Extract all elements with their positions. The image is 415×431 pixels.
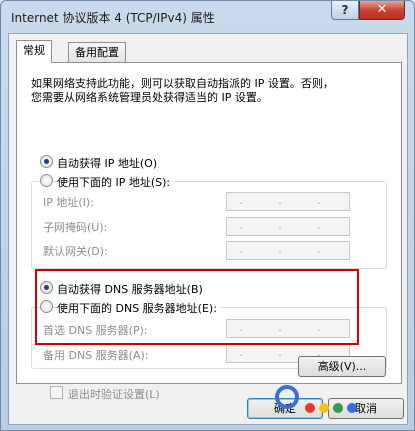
ip-address-label: IP 地址(I): — [43, 196, 94, 209]
ip-address-field[interactable]: . . . — [226, 192, 350, 211]
auto-ip-label[interactable]: 自动获得 IP 地址(O) — [57, 155, 157, 171]
manual-ip-radio[interactable] — [40, 174, 53, 187]
default-gateway-dots: . . . — [239, 243, 337, 256]
dns-highlight-box — [35, 269, 359, 345]
close-button[interactable]: ✕ — [359, 1, 405, 20]
tab-alternate-configuration[interactable]: 备用配置 — [68, 42, 126, 63]
validate-on-exit-label[interactable]: 退出时验证设置(L) — [68, 386, 160, 402]
manual-ip-label[interactable]: 使用下面的 IP 地址(S): — [57, 174, 174, 190]
help-button[interactable]: ? — [331, 1, 359, 20]
subnet-mask-dots: . . . — [239, 219, 337, 232]
window-title: Internet 协议版本 4 (TCP/IPv4) 属性 — [11, 11, 215, 25]
description-line-1: 如果网络支持此功能，则可以获取自动指派的 IP 设置。否则， — [31, 77, 334, 90]
default-gateway-field[interactable]: . . . — [226, 241, 350, 260]
auto-ip-radio[interactable] — [40, 155, 53, 168]
description-line-2: 您需要从网络系统管理员处获得适当的 IP 设置。 — [31, 91, 268, 104]
watermark-dot-blue-icon — [347, 403, 357, 413]
subnet-mask-label: 子网掩码(U): — [43, 221, 108, 234]
watermark-dot-red-icon — [305, 403, 315, 413]
alternate-dns-label: 备用 DNS 服务器(A): — [43, 349, 149, 362]
watermark-logo-icon — [275, 385, 299, 409]
tab-general[interactable]: 常规 — [16, 40, 52, 63]
ip-address-dots: . . . — [239, 194, 337, 207]
watermark-dot-yellow-icon — [319, 403, 329, 413]
dialog-window: Internet 协议版本 4 (TCP/IPv4) 属性 ? ✕ 常规 备用配… — [0, 0, 415, 431]
advanced-button[interactable]: 高级(V)... — [298, 356, 386, 377]
subnet-mask-field[interactable]: . . . — [226, 217, 350, 236]
dialog-client-area: 常规 备用配置 如果网络支持此功能，则可以获取自动指派的 IP 设置。否则， 您… — [8, 33, 408, 425]
watermark-dot-green-icon — [333, 403, 343, 413]
default-gateway-label: 默认网关(D): — [43, 245, 108, 258]
validate-on-exit-checkbox[interactable] — [50, 386, 63, 399]
